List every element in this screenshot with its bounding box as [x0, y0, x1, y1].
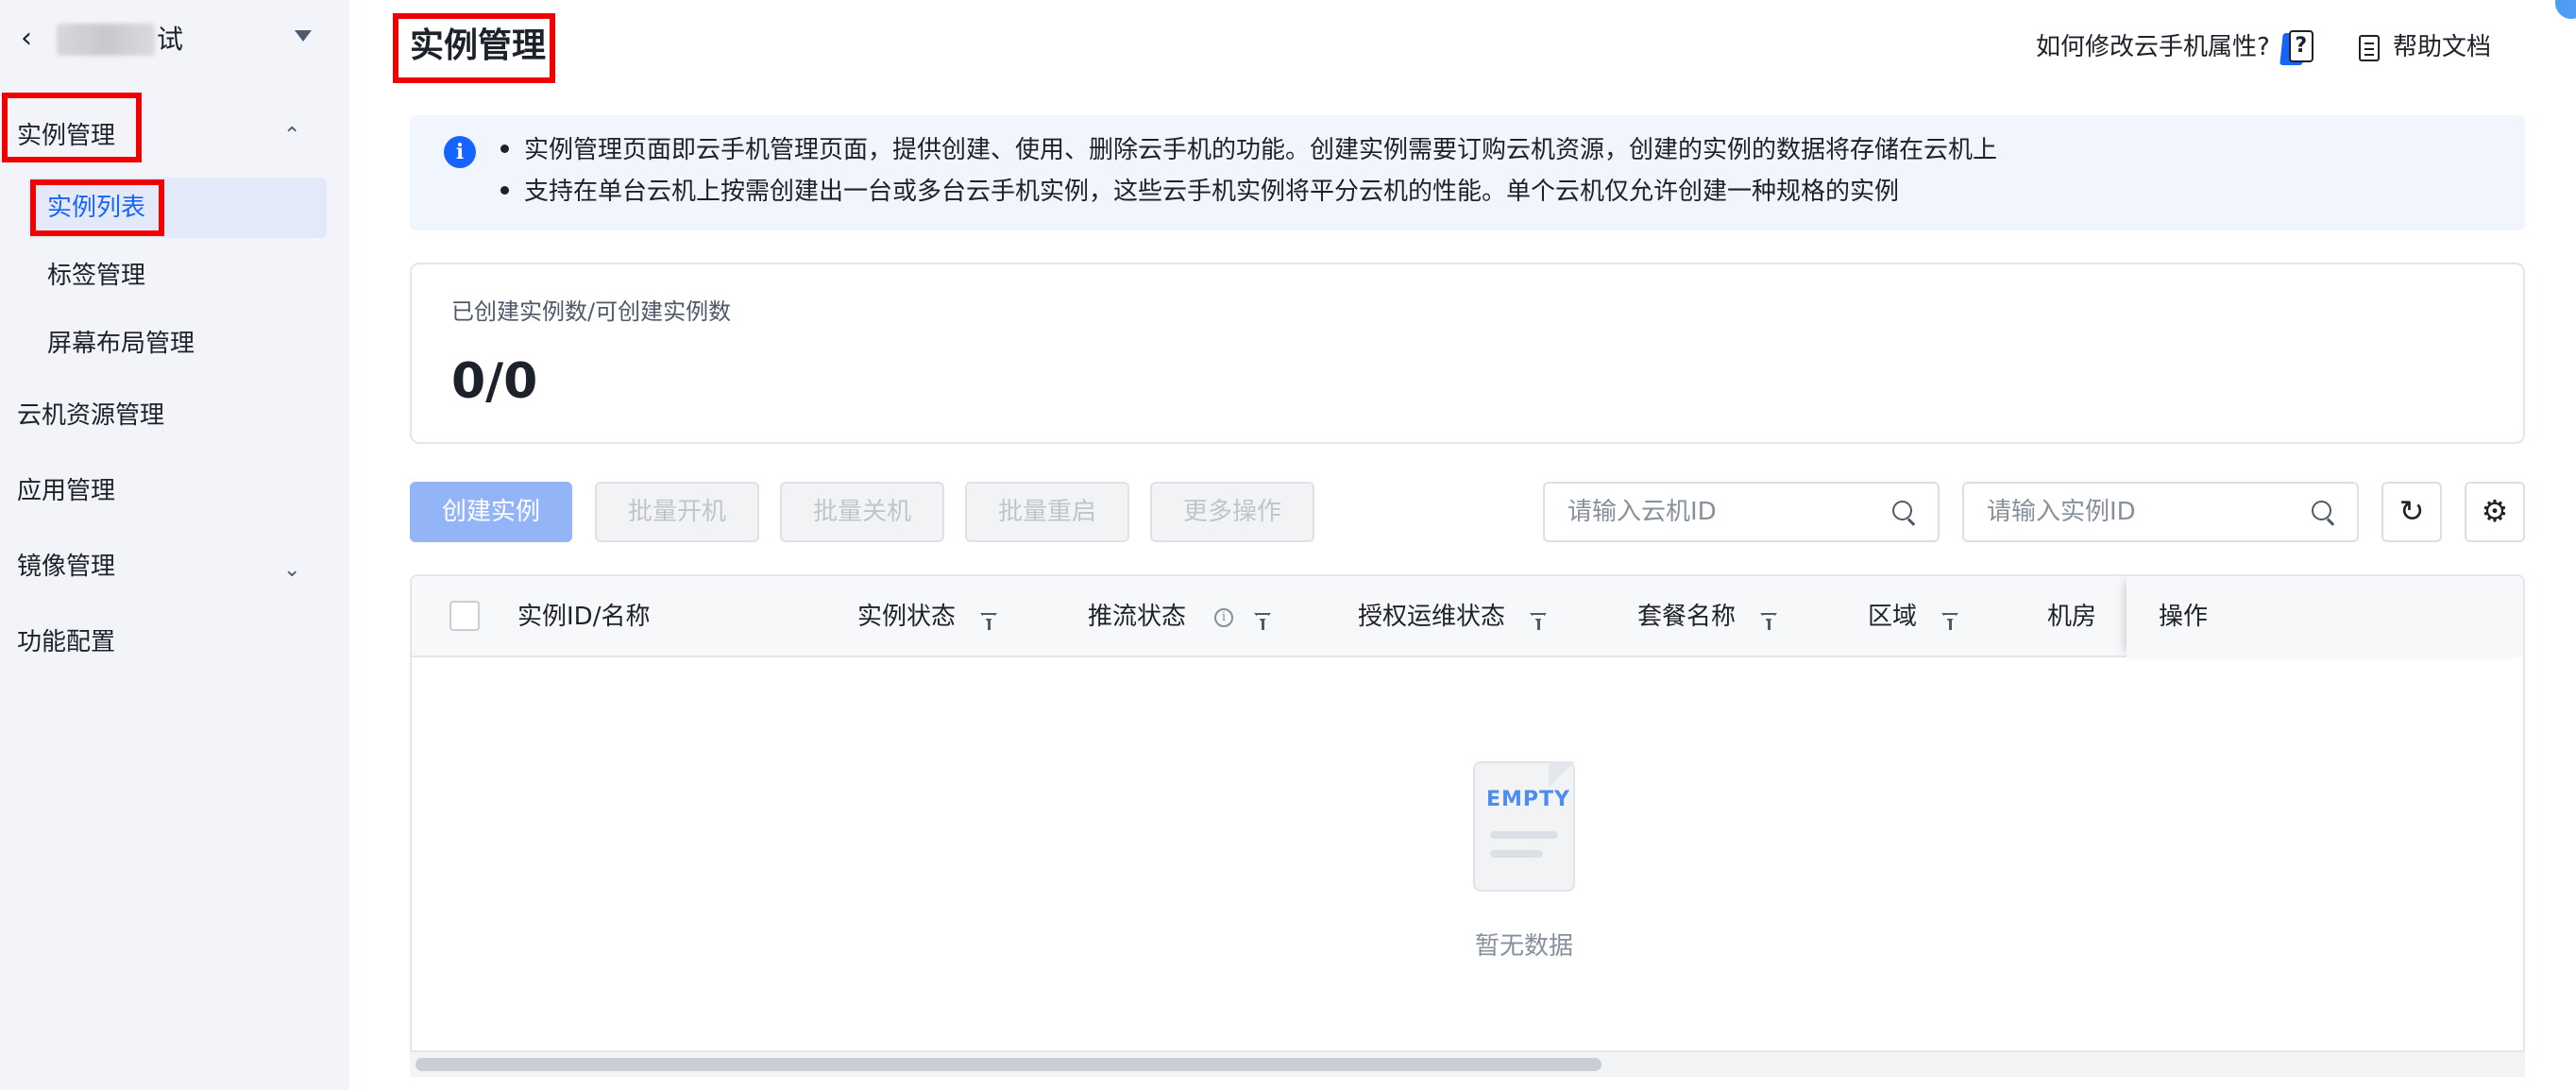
sticky-actions-column: 操作 [2127, 576, 2523, 657]
floating-assistant-icon[interactable] [2555, 0, 2576, 19]
chevron-up-icon: ⌃ [283, 124, 301, 147]
empty-state: EMPTY 暂无数据 [1416, 761, 1605, 969]
cloud-id-input[interactable] [1568, 493, 1870, 531]
info-icon: i [444, 136, 476, 168]
sidebar-group-app-management[interactable]: 应用管理 [0, 461, 349, 521]
sidebar-item-tag-management[interactable]: 标签管理 [28, 246, 327, 306]
sidebar-item-screen-layout[interactable]: 屏幕布局管理 [28, 314, 327, 374]
column-header-stream: 推流状态 i [1088, 576, 1272, 657]
page-title: 实例管理 [410, 26, 547, 65]
document-icon [2359, 34, 2380, 61]
column-header-package: 套餐名称 [1637, 576, 1778, 657]
column-header-auth: 授权运维状态 [1358, 576, 1548, 657]
info-tooltip-icon[interactable]: i [1214, 607, 1234, 627]
sidebar-group-image-management[interactable]: 镜像管理 ⌄ [0, 536, 349, 597]
create-instance-button[interactable]: 创建实例 [410, 482, 572, 542]
search-icon[interactable] [1892, 501, 1915, 523]
back-arrow-icon[interactable]: ‹ [21, 23, 43, 55]
notice-line: 实例管理页面即云手机管理页面，提供创建、使用、删除云手机的功能。创建实例需要订购… [500, 130, 1997, 170]
empty-text: 暂无数据 [1474, 932, 1573, 961]
column-header-actions: 操作 [2159, 603, 2209, 631]
table-header: 实例ID/名称 实例状态 推流状态 i 授权运维状态 套餐名称 区域 机房 操作 [412, 576, 2523, 657]
sidebar-group-cloud-resources[interactable]: 云机资源管理 [0, 385, 349, 446]
help-doc-link[interactable]: 帮助文档 [2359, 28, 2491, 66]
select-all-checkbox[interactable] [449, 601, 480, 631]
search-icon[interactable] [2312, 501, 2334, 523]
filter-icon[interactable] [1254, 612, 1272, 630]
instance-count-label: 已创建实例数/可创建实例数 [451, 298, 732, 325]
cloud-id-search[interactable] [1543, 482, 1940, 542]
scrollbar-thumb[interactable] [415, 1058, 1602, 1071]
account-name: 试 [57, 19, 183, 60]
instance-table: 实例ID/名称 实例状态 推流状态 i 授权运维状态 套餐名称 区域 机房 操作 … [410, 574, 2525, 1052]
instance-count-value: 0/0 [451, 353, 538, 410]
question-badge-icon: ? [2279, 29, 2313, 66]
chevron-down-icon: ⌄ [283, 558, 301, 582]
caret-down-icon[interactable] [295, 30, 312, 42]
column-header-status: 实例状态 [857, 576, 998, 657]
blurred-name-area [57, 24, 155, 56]
filter-icon[interactable] [1760, 612, 1778, 630]
filter-icon[interactable] [980, 612, 998, 630]
empty-document-icon: EMPTY [1473, 761, 1575, 892]
sidebar-item-instance-list[interactable]: 实例列表 [28, 178, 327, 238]
sidebar-group-feature-config[interactable]: 功能配置 [0, 612, 349, 673]
refresh-icon: ↻ [2398, 493, 2425, 529]
info-notice: i 实例管理页面即云手机管理页面，提供创建、使用、删除云手机的功能。创建实例需要… [410, 115, 2525, 230]
horizontal-scrollbar[interactable] [410, 1052, 2525, 1077]
sidebar-group-instance-management[interactable]: 实例管理 ⌃ [0, 106, 349, 166]
filter-icon[interactable] [1530, 612, 1548, 630]
column-header-id-name: 实例ID/名称 [517, 603, 651, 631]
column-header-region: 区域 [1868, 576, 1959, 657]
account-switcher[interactable]: ‹ 试 [0, 0, 349, 77]
batch-start-button[interactable]: 批量开机 [595, 482, 759, 542]
refresh-button[interactable]: ↻ [2381, 482, 2442, 542]
more-actions-button[interactable]: 更多操作 [1150, 482, 1314, 542]
sidebar: ‹ 试 实例管理 ⌃ 实例列表 标签管理 屏幕布局管理 云机资源管理 应用管理 … [0, 0, 349, 1090]
instance-id-input[interactable] [1987, 493, 2289, 531]
instance-id-search[interactable] [1962, 482, 2359, 542]
notice-line: 支持在单台云机上按需创建出一台或多台云手机实例，这些云手机实例将平分云机的性能。… [500, 172, 1899, 212]
settings-button[interactable]: ⚙ [2465, 482, 2525, 542]
gear-icon: ⚙ [2481, 493, 2509, 529]
filter-icon[interactable] [1941, 612, 1959, 630]
column-header-room: 机房 [2047, 603, 2097, 631]
batch-stop-button[interactable]: 批量关机 [780, 482, 944, 542]
instance-count-card: 已创建实例数/可创建实例数 0/0 [410, 263, 2525, 444]
batch-restart-button[interactable]: 批量重启 [965, 482, 1129, 542]
help-question-link[interactable]: 如何修改云手机属性?? [2036, 28, 2313, 66]
